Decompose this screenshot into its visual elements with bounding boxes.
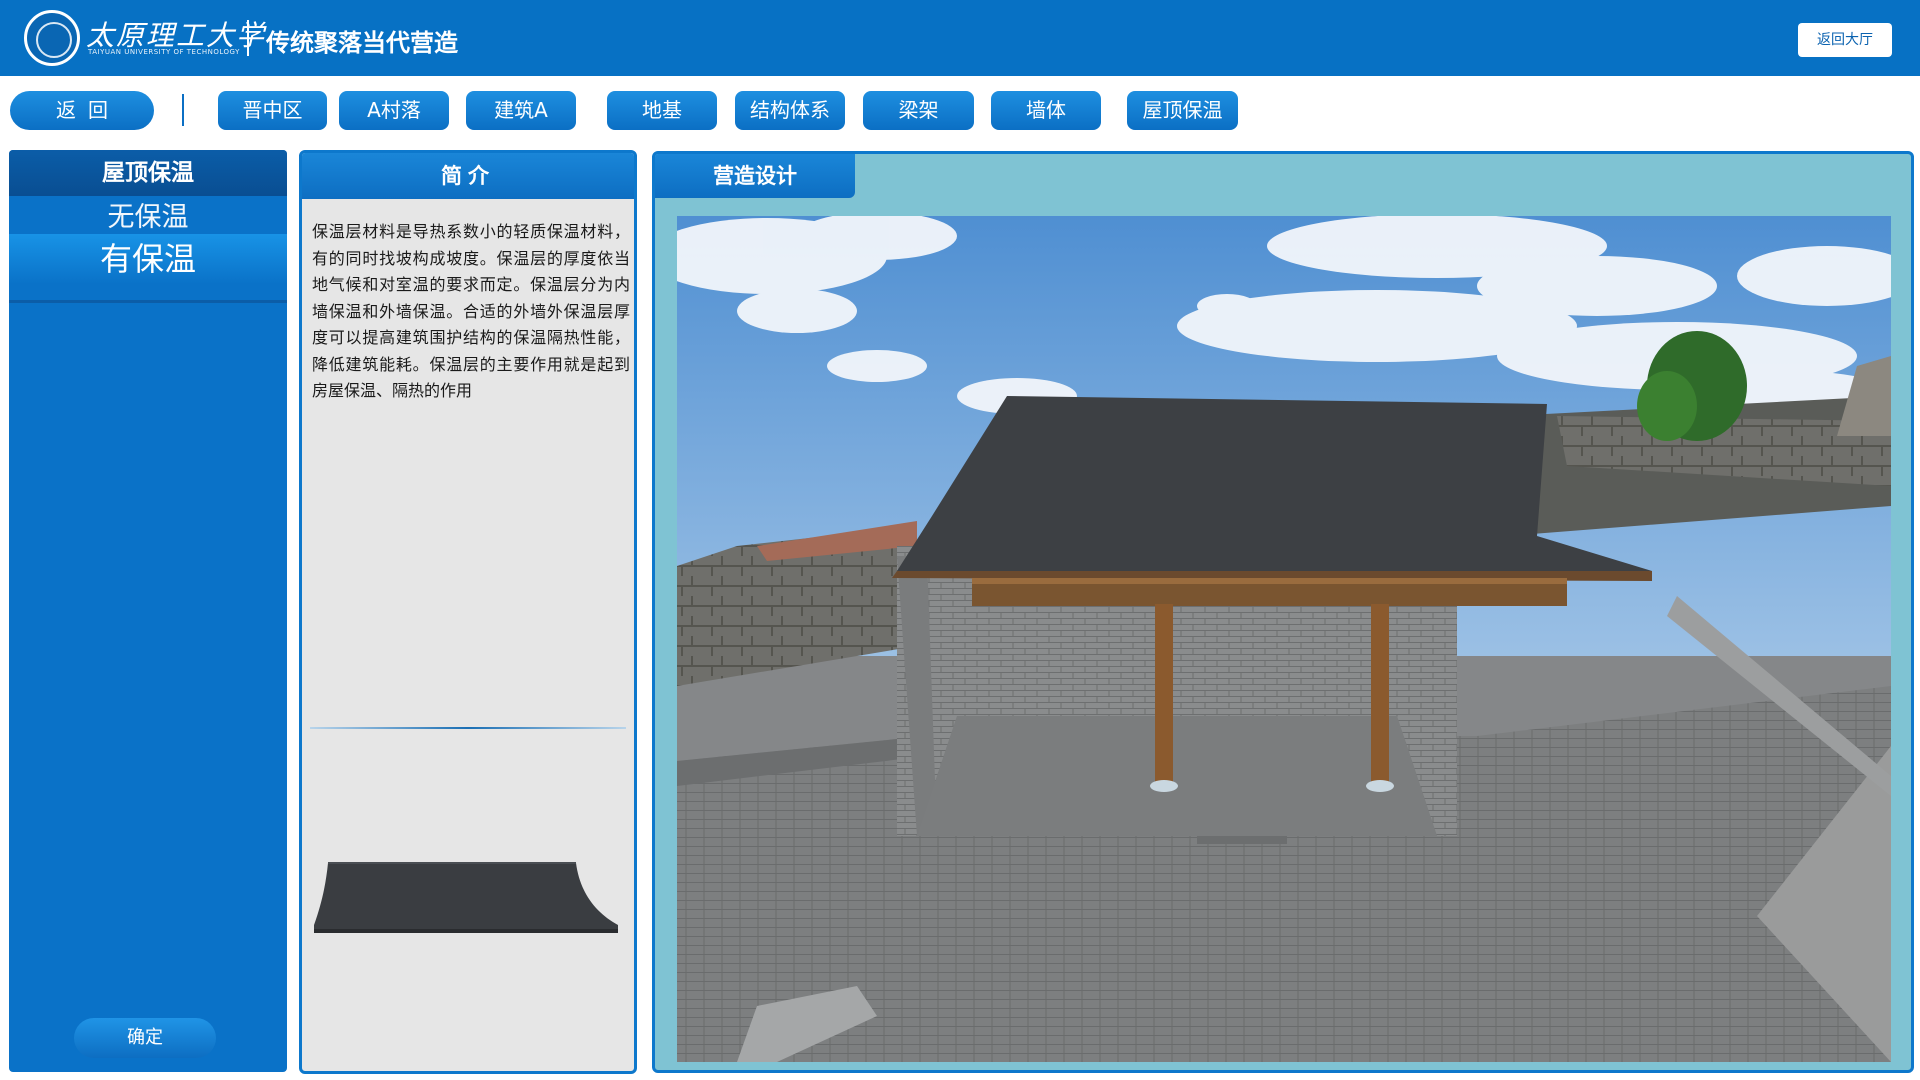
threshold: [1197, 836, 1287, 844]
column-base-left: [1150, 780, 1178, 792]
column-base-right: [1366, 780, 1394, 792]
column-right: [1371, 604, 1389, 782]
roof-preview-model: [314, 862, 618, 933]
nav-beam-frame-button[interactable]: 梁架: [863, 91, 974, 130]
options-panel-title: 屋顶保温: [9, 150, 287, 196]
option-no-insulation[interactable]: 无保温: [9, 202, 287, 234]
app-title: 传统聚落当代营造: [266, 29, 458, 57]
nav-foundation-button[interactable]: 地基: [607, 91, 717, 130]
roof: [897, 396, 1652, 571]
app-header: 太原理工大学 TAIYUAN UNIVERSITY OF TECHNOLOGY …: [0, 0, 1920, 76]
house-floor: [917, 716, 1437, 836]
intro-text: 保温层材料是导热系数小的轻质保温材料，有的同时找坡构成坡度。保温层的厚度依当地气…: [312, 222, 630, 400]
3d-viewport[interactable]: [677, 216, 1891, 1062]
tab-construction-design[interactable]: 营造设计: [655, 154, 855, 198]
university-seal-icon: [24, 10, 80, 66]
intro-divider: [310, 727, 626, 729]
nav-building-a-button[interactable]: 建筑A: [466, 91, 576, 130]
back-button[interactable]: 返回: [10, 91, 154, 130]
intro-panel: 简介 保温层材料是导热系数小的轻质保温材料，有的同时找坡构成坡度。保温层的厚度依…: [299, 150, 637, 1074]
options-panel: 屋顶保温 无保温 有保温 确定: [9, 150, 287, 1072]
university-subtitle: TAIYUAN UNIVERSITY OF TECHNOLOGY: [88, 48, 240, 56]
column-left: [1155, 604, 1173, 782]
nav-structure-button[interactable]: 结构体系: [735, 91, 845, 130]
3d-scene: [677, 216, 1891, 1062]
nav-wall-button[interactable]: 墙体: [991, 91, 1101, 130]
toolbar-separator: [182, 94, 184, 126]
options-divider: [9, 300, 287, 303]
nav-village-a-button[interactable]: A村落: [339, 91, 449, 130]
return-hall-button[interactable]: 返回大厅: [1798, 23, 1892, 57]
nav-jinzhong-button[interactable]: 晋中区: [218, 91, 327, 130]
intro-panel-title: 简介: [302, 153, 634, 199]
nav-roof-insulation-button[interactable]: 屋顶保温: [1127, 91, 1238, 130]
header-divider: [247, 20, 249, 56]
confirm-button[interactable]: 确定: [74, 1018, 216, 1058]
design-panel: 营造设计: [652, 151, 1914, 1073]
option-with-insulation[interactable]: 有保温: [9, 234, 287, 284]
